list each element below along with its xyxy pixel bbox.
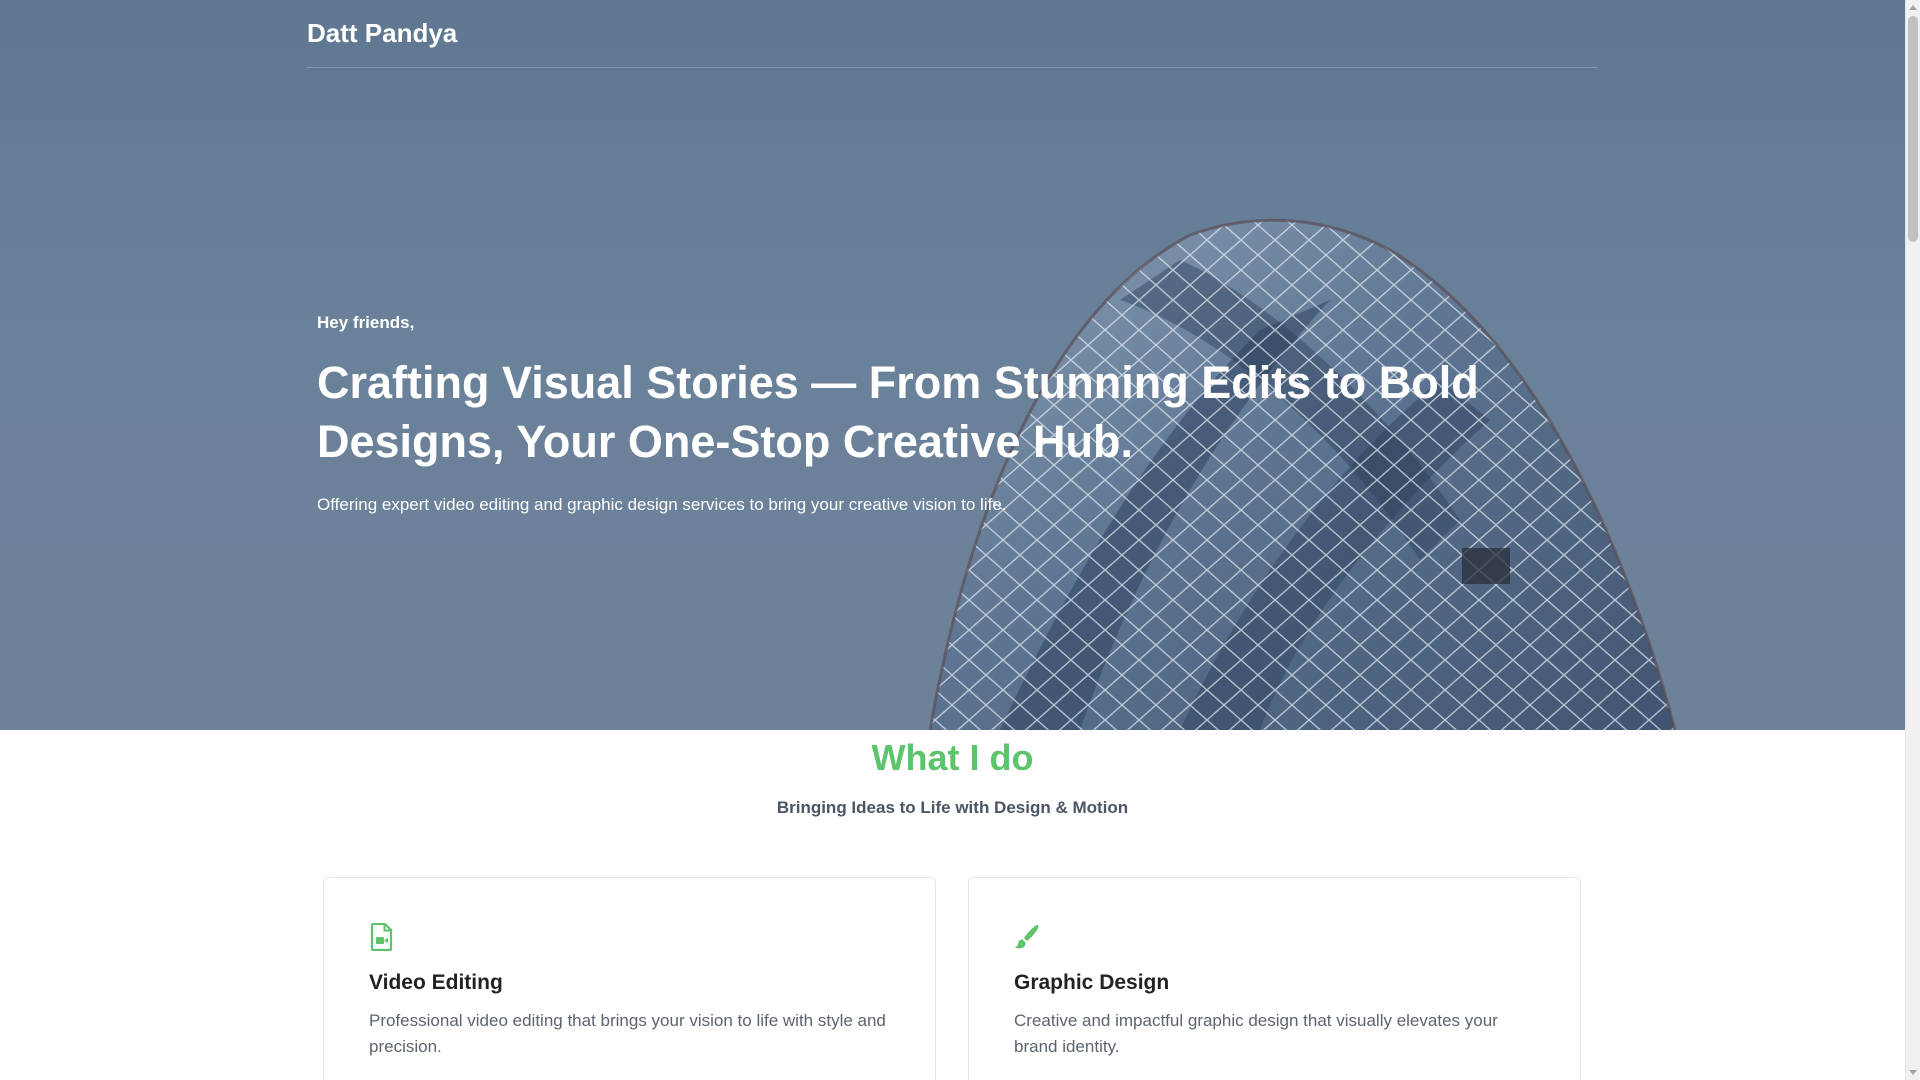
page: Datt Pandya Hey friends, Crafting Visual… [0,0,1920,1080]
brand-logo-link[interactable]: Datt Pandya [307,18,457,49]
navbar: Datt Pandya [307,0,1597,68]
hero-title: Crafting Visual Stories — From Stunning … [317,357,1479,467]
scroll-up-arrow-icon[interactable] [1909,5,1917,10]
paint-brush-icon [1014,923,1040,951]
page-scrollbar[interactable] [1905,0,1920,1080]
hero-section: Datt Pandya Hey friends, Crafting Visual… [0,0,1905,730]
section-title: What I do [871,737,1034,778]
card-title: Graphic Design [1014,971,1170,994]
scroll-thumb[interactable] [1908,16,1918,242]
section-subtitle: Bringing Ideas to Life with Design & Mot… [776,798,1129,817]
hero-subtitle: Offering expert video editing and graphi… [317,495,1007,514]
service-card-video-editing: Video Editing Professional video editing… [323,877,936,1080]
card-description: Creative and impactful graphic design th… [1014,1011,1498,1056]
video-file-icon [369,922,395,952]
card-title: Video Editing [369,971,503,994]
service-card-graphic-design: Graphic Design Creative and impactful gr… [968,877,1581,1080]
card-description: Professional video editing that brings y… [369,1011,886,1056]
scroll-down-arrow-icon[interactable] [1909,1070,1917,1075]
hero-greeting: Hey friends, [317,313,415,332]
